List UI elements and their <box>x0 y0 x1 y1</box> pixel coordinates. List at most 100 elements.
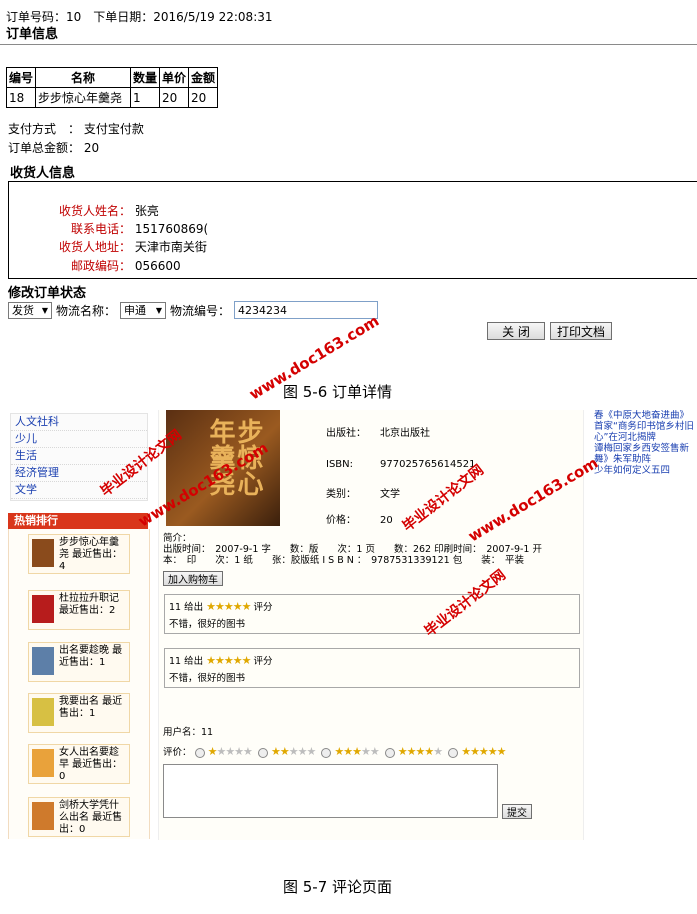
print-button[interactable]: 打印文档 <box>550 322 612 340</box>
publisher-row: 出版社： 北京出版社 <box>326 428 430 440</box>
hot-item-text: 出名要趁晚 最近售出：1 <box>59 645 123 668</box>
review-user: 11 给出 <box>169 602 204 613</box>
recipient-phone-label: 联系电话： <box>70 222 131 236</box>
hot-item[interactable]: 步步惊心年羹尧 最近售出：4 <box>28 534 130 574</box>
rating-radio[interactable] <box>194 747 205 758</box>
recipient-address-value: 天津市南关街 <box>134 240 207 254</box>
hot-item-text: 杜拉拉升职记 最近售出：2 <box>59 593 119 616</box>
payment-label: 支付方式 ： <box>8 122 81 136</box>
close-button[interactable]: 关 闭 <box>487 322 545 340</box>
cell-price: 20 <box>159 87 190 108</box>
cell-qty: 1 <box>130 87 161 108</box>
news-item[interactable]: 春《中原大地奋进曲》 <box>594 410 697 421</box>
table-header-row: 编号 名称 数量 单价 金额 <box>5 67 219 88</box>
category-link[interactable]: 少儿 <box>11 431 147 448</box>
news-item[interactable]: 舞》朱军助阵 <box>594 454 697 465</box>
logistics-no-input[interactable]: 4234234 <box>234 301 379 319</box>
news-item[interactable]: 心”在河北揭牌 <box>594 432 697 443</box>
star-rating-icon: ★★★★★ <box>461 745 506 758</box>
book-thumbnail <box>32 595 54 623</box>
isbn-value: 977025765614521 <box>380 459 476 470</box>
review-body: 不错，很好的图书 <box>169 673 246 684</box>
recipient-phone-row: 联系电话： 151760869( <box>11 220 208 237</box>
status-title: 修改订单状态 <box>8 286 87 301</box>
review-textarea[interactable] <box>163 764 498 818</box>
cell-amount: 20 <box>188 87 219 108</box>
order-info-title: 订单信息 <box>6 27 59 42</box>
recipient-address-row: 收货人地址： 天津市南关街 <box>11 238 207 255</box>
hot-item-text: 女人出名要趁早 最近售出：0 <box>59 747 123 782</box>
price-label: 价格： <box>326 515 356 526</box>
rating-row: 评价： ★★★★★ ★★★★★ ★★★★★ ★★★★★ ★★★★★ <box>163 744 507 758</box>
recipient-zip-label: 邮政编码： <box>70 259 131 273</box>
intro-label: 简介： <box>163 533 192 544</box>
recipient-title: 收货人信息 <box>10 166 76 181</box>
category-link[interactable]: 人文社科 <box>11 414 147 431</box>
col-header-price: 单价 <box>159 67 190 88</box>
price-value: 20 <box>380 515 393 526</box>
recipient-zip-value: 056600 <box>134 259 181 273</box>
review-item: 11 给出 ★★★★★ 评分 不错，很好的图书 <box>164 594 580 634</box>
col-header-amount: 金额 <box>188 67 219 88</box>
logistics-no-value: 4234234 <box>238 303 288 317</box>
submit-button[interactable]: 提交 <box>502 804 532 819</box>
caption-review-page: 图 5-7 评论页面 <box>283 878 393 896</box>
review-page: 人文社科 少儿 生活 经济管理 文学 热销排行 步步惊心年羹尧 最近售出：4 杜… <box>0 410 697 840</box>
hot-item[interactable]: 剑桥大学凭什么出名 最近售出：0 <box>28 797 130 837</box>
book-thumbnail <box>32 647 54 675</box>
star-rating-icon: ★★★★★ <box>207 745 253 758</box>
recipient-zip-row: 邮政编码： 056600 <box>11 257 181 274</box>
rating-radio[interactable] <box>448 747 459 758</box>
rating-radio[interactable] <box>257 747 268 758</box>
recipient-name-label: 收货人姓名： <box>58 204 131 218</box>
recipient-name-row: 收货人姓名： 张亮 <box>11 202 159 219</box>
publisher-value: 北京出版社 <box>380 428 430 439</box>
hot-item[interactable]: 杜拉拉升职记 最近售出：2 <box>28 590 130 630</box>
rating-label: 评价： <box>163 747 192 758</box>
divider <box>0 44 697 45</box>
logistics-select[interactable]: 申通 ▼ <box>120 301 167 319</box>
review-body: 不错，很好的图书 <box>169 619 246 630</box>
hot-item[interactable]: 出名要趁晚 最近售出：1 <box>28 642 130 682</box>
total-label: 订单总金额： <box>8 141 81 155</box>
add-to-cart-button[interactable]: 加入购物车 <box>163 571 223 586</box>
book-intro: 简介： 出版时间： 2007-9-1 字 数：版 次：1 页 数：262 印刷时… <box>163 533 573 566</box>
table-row: 18 步步惊心年羹尧 1 20 20 <box>5 87 219 108</box>
status-select[interactable]: 发货 ▼ <box>8 301 52 319</box>
payment-value: 支付宝付款 <box>83 122 144 136</box>
status-row: 发货 ▼ 物流名称： 申通 ▼ 物流编号： 4234234 <box>8 301 379 319</box>
news-list: 春《中原大地奋进曲》 首家“商务印书馆乡村旧 心”在河北揭牌 谭梅回家乡西安签售… <box>594 410 697 476</box>
star-rating-icon: ★★★★★ <box>397 745 443 758</box>
logistics-no-label: 物流编号： <box>170 303 231 318</box>
publisher-label: 出版社： <box>326 428 366 439</box>
rating-radio[interactable] <box>384 747 395 758</box>
intro-line: 出版时间： 2007-9-1 字 数：版 次：1 页 数：262 印刷时间： 2… <box>163 544 542 555</box>
hot-item[interactable]: 我要出名 最近售出：1 <box>28 693 130 733</box>
hot-ranking-panel <box>8 529 150 839</box>
book-thumbnail <box>32 802 54 830</box>
book-thumbnail <box>32 749 54 777</box>
payment-row: 支付方式 ： 支付宝付款 <box>8 120 144 137</box>
news-item[interactable]: 谭梅回家乡西安签售新 <box>594 443 697 454</box>
review-head: 11 给出 ★★★★★ 评分 <box>169 599 273 613</box>
star-rating-icon: ★★★★★ <box>206 600 251 613</box>
rating-radio[interactable] <box>321 747 332 758</box>
star-rating-icon: ★★★★★ <box>270 745 316 758</box>
isbn-label: ISBN: <box>326 459 354 470</box>
review-head: 11 给出 ★★★★★ 评分 <box>169 653 273 667</box>
cell-id: 18 <box>5 87 37 108</box>
book-thumbnail <box>32 539 54 567</box>
book-thumbnail <box>32 698 54 726</box>
hot-item-text: 步步惊心年羹尧 最近售出：4 <box>59 537 123 572</box>
recipient-address-label: 收货人地址： <box>58 240 131 254</box>
cell-name: 步步惊心年羹尧 <box>35 87 132 108</box>
hot-item[interactable]: 女人出名要趁早 最近售出：0 <box>28 744 130 784</box>
category-nav: 人文社科 少儿 生活 经济管理 文学 <box>10 413 148 501</box>
review-tail: 评分 <box>253 602 273 613</box>
star-rating-icon: ★★★★★ <box>206 654 251 667</box>
review-tail: 评分 <box>253 656 273 667</box>
news-item[interactable]: 首家“商务印书馆乡村旧 <box>594 421 697 432</box>
news-item[interactable]: 少年如何定义五四 <box>594 465 697 476</box>
chevron-down-icon: ▼ <box>155 305 163 315</box>
recipient-phone-value: 151760869( <box>134 222 209 236</box>
